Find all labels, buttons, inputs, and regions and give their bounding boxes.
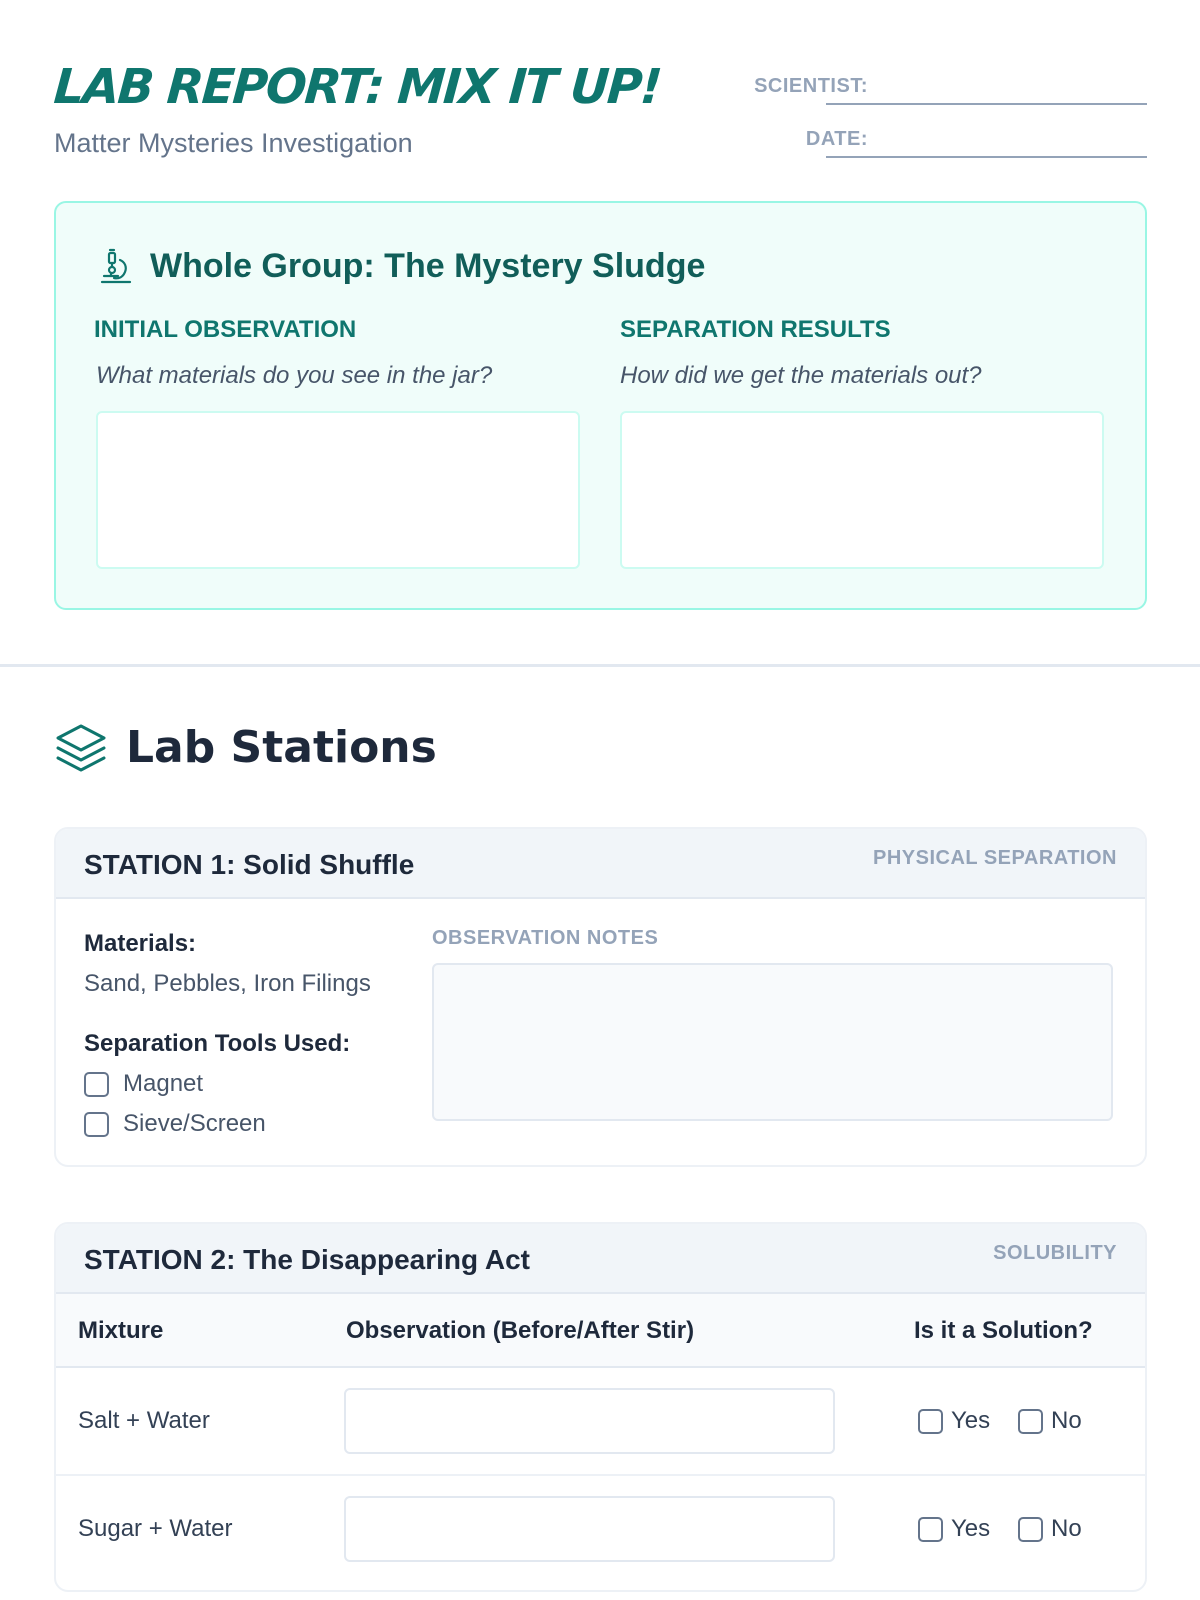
- table-row: Sugar + Water Yes No: [56, 1476, 1145, 1584]
- yes-checkbox[interactable]: [918, 1516, 943, 1542]
- magnet-checkbox[interactable]: [84, 1071, 109, 1097]
- solution-no-option[interactable]: No: [1018, 1406, 1082, 1436]
- station-2-tag: SOLUBILITY: [993, 1242, 1117, 1264]
- initial-observation-answer[interactable]: [96, 411, 580, 569]
- tool-option-sieve[interactable]: Sieve/Screen: [84, 1109, 266, 1139]
- date-label: DATE:: [805, 128, 868, 150]
- materials-text: Sand, Pebbles, Iron Filings: [84, 970, 371, 997]
- yes-checkbox[interactable]: [918, 1408, 943, 1434]
- yes-label: Yes: [951, 1407, 991, 1434]
- observation-notes-field[interactable]: [432, 963, 1113, 1121]
- materials-label: Materials:: [84, 930, 197, 957]
- table-row: Salt + Water Yes No: [56, 1368, 1145, 1476]
- column-header-solution: Is it a Solution?: [914, 1317, 1093, 1344]
- page-header: LAB REPORT: MIX IT UP! Matter Mysteries …: [52, 52, 1147, 162]
- yes-label: Yes: [951, 1515, 991, 1542]
- column-header-mixture: Mixture: [78, 1317, 164, 1344]
- separation-results-question: How did we get the materials out?: [620, 362, 982, 389]
- solution-yes-option[interactable]: Yes: [918, 1406, 990, 1436]
- page-subtitle: Matter Mysteries Investigation: [54, 128, 413, 158]
- microscope-icon: [100, 248, 132, 284]
- station-2-title: STATION 2: The Disappearing Act: [84, 1244, 530, 1275]
- scientist-label: SCIENTIST:: [754, 75, 868, 97]
- observation-notes-label: OBSERVATION NOTES: [432, 927, 659, 949]
- no-label: No: [1051, 1515, 1082, 1542]
- table-header: Mixture Observation (Before/After Stir) …: [56, 1294, 1145, 1368]
- station-1-header: STATION 1: Solid Shuffle PHYSICAL SEPARA…: [56, 829, 1145, 899]
- station-1-card: STATION 1: Solid Shuffle PHYSICAL SEPARA…: [54, 827, 1147, 1167]
- whole-group-heading: Whole Group: The Mystery Sludge: [96, 243, 705, 289]
- date-field[interactable]: [826, 156, 1147, 158]
- solution-yes-option[interactable]: Yes: [918, 1514, 990, 1544]
- layers-icon: [56, 724, 106, 772]
- sieve-label: Sieve/Screen: [123, 1110, 266, 1137]
- lab-stations-heading: Lab Stations: [54, 718, 437, 778]
- station-1-title: STATION 1: Solid Shuffle: [84, 849, 415, 880]
- lab-stations-title: Lab Stations: [126, 722, 437, 773]
- magnet-label: Magnet: [123, 1070, 204, 1097]
- separation-results-heading: SEPARATION RESULTS: [620, 316, 891, 343]
- tool-option-magnet[interactable]: Magnet: [84, 1069, 203, 1099]
- column-header-observation: Observation (Before/After Stir): [346, 1317, 695, 1344]
- initial-observation-heading: INITIAL OBSERVATION: [94, 316, 357, 343]
- tools-label: Separation Tools Used:: [84, 1030, 351, 1057]
- whole-group-section: Whole Group: The Mystery Sludge INITIAL …: [54, 201, 1147, 610]
- separation-results-answer[interactable]: [620, 411, 1104, 569]
- station-1-tag: PHYSICAL SEPARATION: [873, 847, 1117, 869]
- station-2-card: STATION 2: The Disappearing Act SOLUBILI…: [54, 1222, 1147, 1592]
- station-2-header: STATION 2: The Disappearing Act SOLUBILI…: [56, 1224, 1145, 1294]
- section-divider: [0, 664, 1200, 667]
- observation-input[interactable]: [344, 1496, 835, 1562]
- no-checkbox[interactable]: [1018, 1516, 1043, 1542]
- mixture-cell: Sugar + Water: [78, 1515, 233, 1542]
- sieve-checkbox[interactable]: [84, 1111, 109, 1137]
- whole-group-title: Whole Group: The Mystery Sludge: [150, 247, 706, 285]
- page-title: LAB REPORT: MIX IT UP!: [52, 59, 663, 115]
- scientist-field[interactable]: [826, 103, 1147, 105]
- observation-input[interactable]: [344, 1388, 835, 1454]
- no-checkbox[interactable]: [1018, 1408, 1043, 1434]
- no-label: No: [1051, 1407, 1082, 1434]
- initial-observation-question: What materials do you see in the jar?: [96, 362, 493, 389]
- solution-no-option[interactable]: No: [1018, 1514, 1082, 1544]
- mixture-cell: Salt + Water: [78, 1407, 210, 1434]
